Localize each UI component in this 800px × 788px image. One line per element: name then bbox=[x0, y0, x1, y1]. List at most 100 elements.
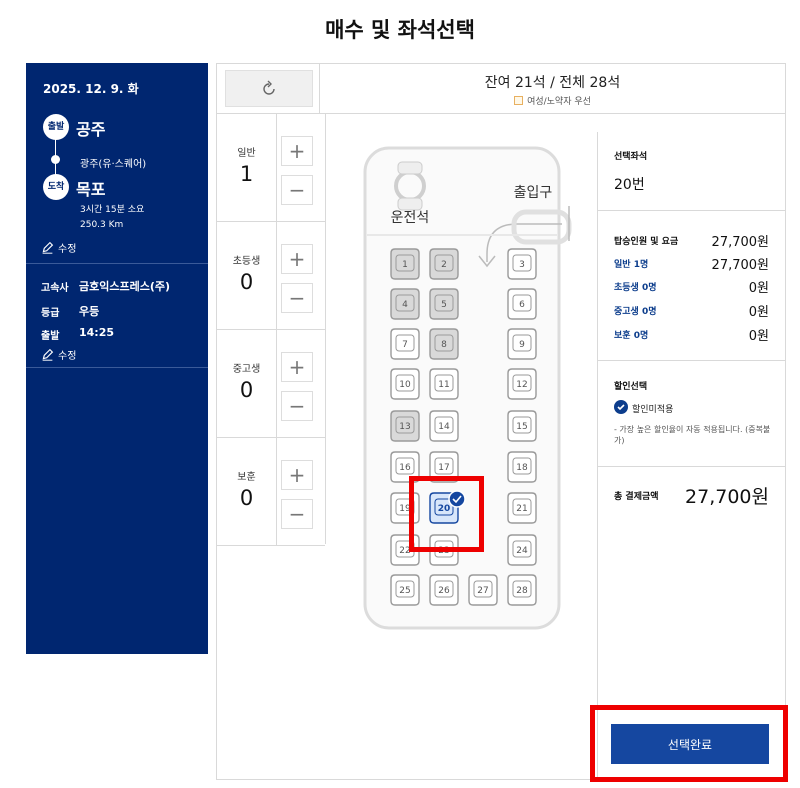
edit-route-label: 수정 bbox=[58, 244, 77, 255]
bus-seat-map: 운전석 출입구 1 2 34 5 67 8 910 11 1213 14 1516 17 1819 20 2… bbox=[363, 146, 572, 630]
travel-duration: 3시간 15분 소요 bbox=[80, 205, 145, 215]
depart-time-label: 출발 bbox=[41, 331, 60, 342]
fare-row-label: 일반 1명 bbox=[614, 260, 649, 270]
fare-title: 탑승인원 및 요금 bbox=[614, 237, 679, 247]
seat-18[interactable]: 18 bbox=[507, 451, 537, 483]
seat-27[interactable]: 27 bbox=[468, 574, 498, 606]
seat-number: 13 bbox=[399, 422, 410, 432]
seat-number: 8 bbox=[441, 340, 447, 350]
fare-row-value: 0원 bbox=[748, 281, 769, 296]
seat-number: 28 bbox=[516, 586, 528, 596]
sidebar-divider bbox=[26, 367, 208, 368]
seat-number: 7 bbox=[402, 340, 408, 350]
seat-7[interactable]: 7 bbox=[390, 328, 420, 360]
fare-row-label: 초등생 0명 bbox=[614, 283, 657, 293]
discount-checkbox[interactable] bbox=[614, 400, 628, 414]
fare-row-value: 27,700원 bbox=[711, 258, 769, 273]
seat-5: 5 bbox=[429, 288, 459, 320]
seat-6[interactable]: 6 bbox=[507, 288, 537, 320]
info-divider bbox=[598, 466, 786, 467]
page-title: 매수 및 좌석선택 bbox=[325, 18, 475, 42]
seat-24[interactable]: 24 bbox=[507, 534, 537, 566]
info-divider bbox=[598, 360, 786, 361]
seat-number: 2 bbox=[441, 260, 447, 270]
seat-number: 21 bbox=[516, 504, 527, 514]
company-label: 고속사 bbox=[41, 283, 69, 294]
seat-number: 14 bbox=[438, 422, 450, 432]
fare-row-value: 0원 bbox=[748, 305, 769, 320]
seat-number: 18 bbox=[516, 463, 528, 473]
seat-number: 12 bbox=[516, 380, 527, 390]
via-stop: 광주(유·스퀘어) bbox=[80, 159, 147, 170]
edit-route-button[interactable]: 수정 bbox=[41, 240, 76, 255]
info-divider bbox=[598, 210, 786, 211]
depart-city: 공주 bbox=[76, 120, 106, 139]
arrive-city: 목포 bbox=[76, 180, 106, 199]
selected-seat-highlight bbox=[409, 476, 484, 552]
seat-14[interactable]: 14 bbox=[429, 410, 459, 442]
seat-4: 4 bbox=[390, 288, 420, 320]
depart-badge: 출발 bbox=[43, 114, 69, 140]
seat-number: 16 bbox=[399, 463, 411, 473]
seat-28[interactable]: 28 bbox=[507, 574, 537, 606]
driver-seat-label: 운전석 bbox=[391, 210, 430, 226]
seat-number: 11 bbox=[438, 380, 449, 390]
seat-21[interactable]: 21 bbox=[507, 492, 537, 524]
seat-number: 17 bbox=[438, 463, 449, 473]
seat-3[interactable]: 3 bbox=[507, 248, 537, 280]
seat-12[interactable]: 12 bbox=[507, 368, 537, 400]
total-label: 총 결제금액 bbox=[614, 492, 659, 502]
sidebar-divider bbox=[26, 263, 208, 264]
discount-note: - 가장 높은 할인율이 자동 적용됩니다. (중복불가) bbox=[614, 425, 771, 445]
travel-distance: 250.3 Km bbox=[80, 220, 124, 230]
travel-date: 2025. 12. 9. 화 bbox=[43, 82, 139, 96]
seat-number: 9 bbox=[519, 340, 525, 350]
selected-seat-value: 20번 bbox=[614, 177, 645, 193]
seat-11[interactable]: 11 bbox=[429, 368, 459, 400]
fare-row-label: 보훈 0명 bbox=[614, 331, 649, 341]
seat-25[interactable]: 25 bbox=[390, 574, 420, 606]
entrance-label: 출입구 bbox=[514, 185, 553, 201]
edit-icon bbox=[42, 241, 54, 254]
seat-number: 6 bbox=[519, 300, 525, 310]
grade-value: 우등 bbox=[79, 305, 100, 318]
seat-9[interactable]: 9 bbox=[507, 328, 537, 360]
edit-icon bbox=[42, 348, 54, 361]
company-value: 금호익스프레스(주) bbox=[79, 280, 171, 293]
seat-2: 2 bbox=[429, 248, 459, 280]
booking-info-panel: 선택좌석 20번 탑승인원 및 요금 27,700원 일반 1명 27,700원… bbox=[597, 132, 786, 779]
seat-number: 3 bbox=[519, 260, 525, 270]
edit-schedule-label: 수정 bbox=[58, 351, 77, 362]
seat-26[interactable]: 26 bbox=[429, 574, 459, 606]
selected-seat-title: 선택좌석 bbox=[614, 152, 648, 162]
fare-row-value: 0원 bbox=[748, 329, 769, 344]
seat-15[interactable]: 15 bbox=[507, 410, 537, 442]
seat-1: 1 bbox=[390, 248, 420, 280]
fare-total: 27,700원 bbox=[711, 235, 769, 250]
edit-schedule-button[interactable]: 수정 bbox=[41, 347, 76, 362]
via-dot bbox=[51, 155, 60, 164]
seat-13: 13 bbox=[390, 410, 420, 442]
seat-selection-panel: 잔여 21석 / 전체 28석 여성/노약자 우선 일반 1 + − 초등생 0… bbox=[216, 63, 786, 780]
seat-10[interactable]: 10 bbox=[390, 368, 420, 400]
seat-number: 25 bbox=[399, 586, 410, 596]
seat-number: 4 bbox=[402, 300, 408, 310]
seat-number: 5 bbox=[441, 300, 447, 310]
seat-8: 8 bbox=[429, 328, 459, 360]
seat-number: 26 bbox=[438, 586, 450, 596]
seat-number: 27 bbox=[477, 586, 488, 596]
arrive-badge: 도착 bbox=[43, 174, 69, 200]
discount-option-label: 할인미적용 bbox=[632, 405, 674, 415]
discount-title: 할인선택 bbox=[614, 382, 648, 392]
grade-label: 등급 bbox=[41, 308, 60, 319]
seat-number: 15 bbox=[516, 422, 527, 432]
confirm-button-highlight bbox=[590, 705, 788, 782]
trip-summary-sidebar: 2025. 12. 9. 화 출발 공주 광주(유·스퀘어) 도착 목포 3시간… bbox=[26, 63, 208, 654]
fare-row-label: 중고생 0명 bbox=[614, 307, 657, 317]
seat-number: 10 bbox=[399, 380, 411, 390]
seat-number: 1 bbox=[402, 260, 408, 270]
depart-time-value: 14:25 bbox=[79, 326, 115, 339]
seat-number: 24 bbox=[516, 546, 528, 556]
check-icon bbox=[617, 404, 625, 411]
total-value: 27,700원 bbox=[685, 486, 769, 508]
